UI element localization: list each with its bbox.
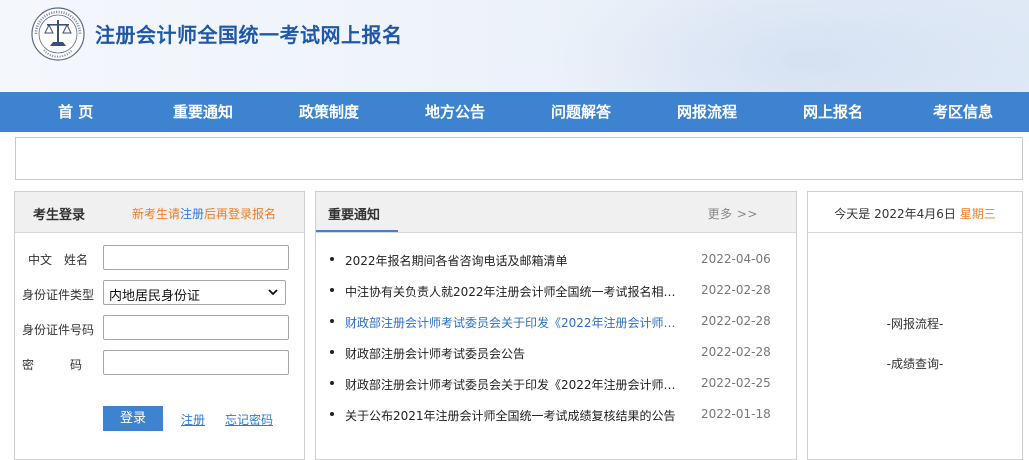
main-nav: 首 页 重要通知 政策制度 地方公告 问题解答 网报流程 网上报名 考区信息 bbox=[0, 92, 1029, 132]
id-type-select[interactable]: 内地居民身份证 bbox=[103, 280, 286, 305]
id-type-label: 身份证件类型 bbox=[22, 288, 95, 302]
id-number-input[interactable] bbox=[103, 315, 289, 340]
notice-date: 2022-02-28 bbox=[701, 283, 771, 297]
notice-item[interactable]: 财政部注册会计师考试委员会关于印发《2022年注册会计师全国统一考试报名简章》的… bbox=[316, 312, 796, 332]
name-label: 中文 姓名 bbox=[28, 253, 89, 267]
register-hint-prefix: 新考生请 bbox=[132, 207, 181, 221]
notices-title-underline bbox=[316, 230, 398, 232]
sidebar-panel-header: 今天是 2022年4月6日 星期三 bbox=[808, 192, 1022, 233]
bullet-icon bbox=[330, 381, 334, 385]
today-date-text: 今天是 2022年4月6日 bbox=[834, 207, 956, 221]
bullet-icon bbox=[330, 288, 334, 292]
notice-date: 2022-02-25 bbox=[701, 376, 771, 390]
password-input[interactable] bbox=[103, 350, 289, 375]
forgot-password-link[interactable]: 忘记密码 bbox=[225, 411, 273, 428]
site-title: 注册会计师全国统一考试网上报名 bbox=[95, 23, 403, 47]
notice-title[interactable]: 2022年报名期间各省咨询电话及邮箱清单 bbox=[345, 252, 677, 269]
notice-item[interactable]: 财政部注册会计师考试委员会关于印发《2022年注册会计师全国统一考试规则》的通知… bbox=[316, 374, 796, 394]
notice-title[interactable]: 财政部注册会计师考试委员会公告 bbox=[345, 345, 677, 362]
process-link[interactable]: -网报流程- bbox=[808, 315, 1022, 332]
notice-item[interactable]: 中注协有关负责人就2022年注册会计师全国统一考试报名相关事项答记者问 2022… bbox=[316, 281, 796, 301]
notices-title: 重要通知 bbox=[328, 208, 381, 223]
nav-item-process[interactable]: 网报流程 bbox=[677, 92, 737, 132]
notices-panel-header: 重要通知 更多 >> bbox=[316, 192, 796, 233]
login-title: 考生登录 bbox=[33, 208, 86, 223]
nav-item-policies[interactable]: 政策制度 bbox=[299, 92, 359, 132]
notice-title[interactable]: 财政部注册会计师考试委员会关于印发《2022年注册会计师全国统一考试报名简章》的… bbox=[345, 314, 677, 331]
notice-title[interactable]: 关于公布2021年注册会计师全国统一考试成绩复核结果的公告 bbox=[345, 407, 677, 424]
today-date: 今天是 2022年4月6日 星期三 bbox=[808, 205, 1022, 222]
notice-item[interactable]: 财政部注册会计师考试委员会公告 2022-02-28 bbox=[316, 343, 796, 363]
nav-item-notices[interactable]: 重要通知 bbox=[173, 92, 233, 132]
today-weekday: 星期三 bbox=[959, 207, 996, 221]
bullet-icon bbox=[330, 319, 334, 323]
register-hint-link[interactable]: 注册 bbox=[180, 207, 204, 221]
notice-title[interactable]: 中注协有关负责人就2022年注册会计师全国统一考试报名相关事项答记者问 bbox=[345, 283, 677, 300]
notice-title[interactable]: 财政部注册会计师考试委员会关于印发《2022年注册会计师全国统一考试规则》的通知 bbox=[345, 376, 677, 393]
nav-item-home[interactable]: 首 页 bbox=[58, 92, 93, 132]
notice-date: 2022-02-28 bbox=[701, 314, 771, 328]
nav-item-faq[interactable]: 问题解答 bbox=[551, 92, 611, 132]
cpa-seal-logo-icon bbox=[31, 7, 85, 61]
nav-item-online-registration[interactable]: 网上报名 bbox=[803, 92, 863, 132]
chevron-down-icon bbox=[268, 289, 278, 296]
bullet-icon bbox=[330, 412, 334, 416]
bullet-icon bbox=[330, 350, 334, 354]
nav-item-exam-area-info[interactable]: 考区信息 bbox=[933, 92, 993, 132]
login-panel: 考生登录 新考生请注册后再登录报名 中文 姓名 身份证件类型 内地居民身份证 身… bbox=[14, 191, 305, 460]
score-query-link[interactable]: -成绩查询- bbox=[808, 355, 1022, 372]
register-hint: 新考生请注册后再登录报名 bbox=[132, 205, 276, 222]
id-type-selected-value: 内地居民身份证 bbox=[109, 289, 201, 304]
nav-item-local-announcements[interactable]: 地方公告 bbox=[425, 92, 485, 132]
site-header: 注册会计师全国统一考试网上报名 bbox=[0, 0, 1029, 92]
more-notices-link[interactable]: 更多 >> bbox=[708, 205, 758, 222]
notice-item[interactable]: 2022年报名期间各省咨询电话及邮箱清单 2022-04-06 bbox=[316, 250, 796, 270]
notice-date: 2022-04-06 bbox=[701, 252, 771, 266]
sidebar-panel: 今天是 2022年4月6日 星期三 -网报流程- -成绩查询- bbox=[807, 191, 1023, 460]
name-input[interactable] bbox=[103, 245, 289, 270]
password-label: 密 码 bbox=[22, 358, 83, 372]
id-number-label: 身份证件号码 bbox=[22, 323, 95, 337]
notice-item[interactable]: 关于公布2021年注册会计师全国统一考试成绩复核结果的公告 2022-01-18 bbox=[316, 405, 796, 425]
header-glow bbox=[549, 0, 1029, 92]
notice-date: 2022-01-18 bbox=[701, 407, 771, 421]
notice-date: 2022-02-28 bbox=[701, 345, 771, 359]
register-hint-suffix: 后再登录报名 bbox=[204, 207, 277, 221]
login-button[interactable]: 登录 bbox=[103, 406, 163, 431]
login-panel-header: 考生登录 新考生请注册后再登录报名 bbox=[15, 192, 304, 233]
bullet-icon bbox=[330, 257, 334, 261]
register-link[interactable]: 注册 bbox=[181, 411, 205, 428]
notices-panel: 重要通知 更多 >> 2022年报名期间各省咨询电话及邮箱清单 2022-04-… bbox=[315, 191, 797, 460]
banner-box bbox=[15, 137, 1023, 180]
